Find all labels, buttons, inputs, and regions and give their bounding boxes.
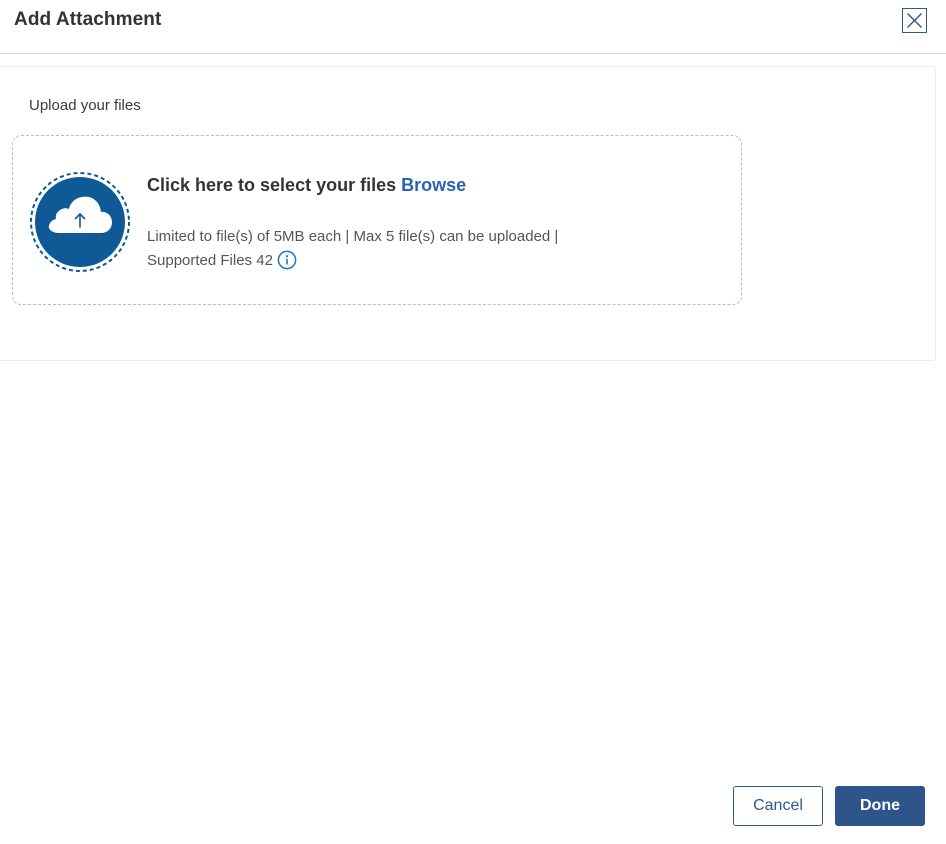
dialog-header: Add Attachment: [0, 0, 946, 54]
upload-panel: Upload your files Click here to select y…: [0, 66, 936, 361]
limits-line-2-row: Supported Files 42: [147, 249, 627, 273]
upload-headline-text: Click here to select your files: [147, 175, 397, 195]
upload-headline: Click here to select your files Browse: [147, 175, 466, 196]
close-button[interactable]: [902, 8, 927, 33]
browse-link[interactable]: Browse: [401, 175, 466, 195]
done-button[interactable]: Done: [835, 786, 925, 826]
upload-limits: Limited to file(s) of 5MB each | Max 5 f…: [147, 225, 627, 273]
file-dropzone[interactable]: Click here to select your files Browse L…: [12, 135, 742, 305]
cancel-button[interactable]: Cancel: [733, 786, 823, 826]
close-icon: [907, 13, 922, 28]
cloud-upload-icon: [30, 172, 130, 272]
upload-label: Upload your files: [29, 97, 141, 114]
info-icon[interactable]: [277, 250, 297, 270]
dialog-title: Add Attachment: [14, 9, 162, 30]
limits-line-1: Limited to file(s) of 5MB each | Max 5 f…: [147, 228, 559, 245]
supported-files-text: Supported Files 42: [147, 252, 273, 269]
add-attachment-dialog: Add Attachment Upload your files Click h…: [0, 0, 946, 844]
